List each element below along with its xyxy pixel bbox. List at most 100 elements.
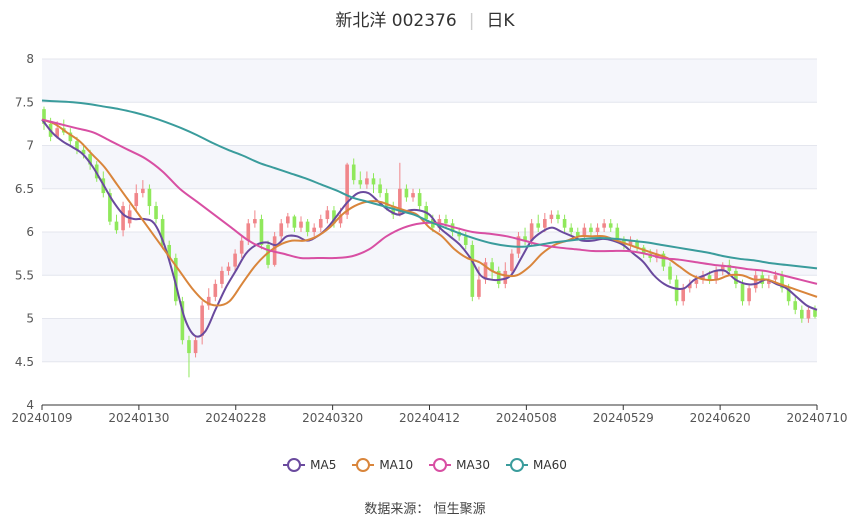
candle-up [510, 253, 514, 271]
ma30-legend-icon [429, 458, 452, 472]
candle-down [292, 216, 297, 228]
candle-down [444, 219, 448, 224]
y-tick-label: 6 [26, 225, 34, 239]
candle-up [299, 221, 303, 228]
candle-down [615, 227, 620, 239]
candle-down [793, 301, 798, 310]
candle-up [595, 227, 600, 232]
x-tick-label: 20240508 [496, 411, 557, 425]
ma5-legend-icon [283, 458, 306, 472]
candle-up [220, 270, 224, 284]
candle-up [318, 219, 323, 228]
candle-up [121, 206, 125, 231]
legend-label-ma30: MA30 [456, 458, 491, 472]
candle-up [747, 288, 751, 302]
legend-item-ma60[interactable]: MA60 [506, 458, 567, 472]
candle-up [279, 223, 284, 237]
candle-down [556, 214, 560, 220]
candle-up [193, 340, 198, 354]
candle-down [536, 223, 541, 228]
legend-item-ma10[interactable]: MA10 [352, 458, 413, 472]
candle-up [543, 219, 547, 228]
candle-up [312, 227, 316, 232]
candle-up [213, 283, 218, 297]
candle-up [365, 178, 369, 185]
candle-up [141, 188, 145, 194]
y-tick-label: 7.5 [15, 95, 34, 109]
candle-down [147, 188, 152, 207]
ma10-legend-icon [352, 458, 375, 472]
candle-up [239, 240, 244, 254]
y-tick-label: 7 [26, 139, 34, 153]
candle-down [154, 206, 158, 220]
candle-down [378, 184, 382, 194]
y-tick-label: 4 [26, 398, 34, 412]
candle-up [549, 214, 554, 220]
candle-down [371, 178, 376, 185]
y-tick-label: 4.5 [15, 355, 34, 369]
candle-down [707, 275, 712, 280]
candle-up [253, 219, 257, 224]
y-tick-label: 8 [26, 52, 34, 66]
moving-average-lines [41, 99, 818, 338]
y-axis-ticks: 4 4.5 5 5.5 6 6.5 7 7.5 8 [15, 52, 34, 412]
x-axis-ticks: 20240109 20240130 20240228 20240320 20240412… [11, 404, 848, 425]
candle-down [608, 223, 613, 228]
candle-up [200, 305, 204, 336]
candle-down [674, 279, 679, 302]
x-tick-label: 20240320 [302, 411, 363, 425]
grid-band [42, 232, 817, 276]
candle-down [734, 270, 738, 284]
grid-band [42, 59, 817, 103]
candle-up [602, 223, 606, 228]
source-name: 恒生聚源 [433, 502, 486, 517]
candle-down [463, 236, 468, 245]
x-tick-label: 20240710 [786, 411, 847, 425]
candle-down [187, 340, 191, 354]
source-label: 数据来源： [364, 502, 430, 517]
candle-down [740, 283, 745, 302]
ma60-legend-icon [506, 458, 529, 472]
candle-up [582, 227, 587, 237]
candle-up [714, 270, 718, 280]
x-tick-label: 20240529 [593, 411, 654, 425]
y-tick-label: 6.5 [15, 182, 34, 196]
candle-up [226, 266, 231, 271]
x-tick-label: 20240109 [11, 411, 72, 425]
candlestick-chart: 4 4.5 5 5.5 6 6.5 7 7.5 8 20240109 20240130 202402… [11, 52, 848, 425]
x-tick-label: 20240620 [690, 411, 751, 425]
candle-down [404, 188, 409, 198]
candle-down [259, 219, 264, 245]
candle-down [668, 266, 672, 280]
candle-down [470, 244, 475, 297]
candle-up [233, 253, 237, 267]
candle-up [246, 223, 251, 241]
x-tick-label: 20240228 [205, 411, 266, 425]
x-tick-label: 20240130 [108, 411, 169, 425]
legend-item-ma30[interactable]: MA30 [429, 458, 490, 472]
candle-up [134, 193, 139, 207]
candle-down [417, 193, 422, 207]
candle-down [351, 164, 356, 181]
candle-up [806, 309, 811, 319]
candle-up [286, 216, 290, 224]
grid-lines [42, 58, 817, 363]
candle-up [477, 279, 481, 297]
candle-down [114, 221, 119, 231]
grid-band [42, 318, 817, 362]
candle-up [345, 164, 349, 215]
data-source: 数据来源： 恒生聚源 [0, 498, 850, 517]
legend-label-ma5: MA5 [310, 458, 337, 472]
legend-label-ma10: MA10 [379, 458, 414, 472]
candle-up [411, 193, 415, 198]
legend-item-ma5[interactable]: MA5 [283, 458, 336, 472]
candle-down [589, 227, 593, 232]
candle-down [358, 180, 363, 185]
x-tick-label: 20240412 [399, 411, 460, 425]
candle-down [305, 221, 310, 232]
candle-up [681, 288, 686, 302]
candle-down [562, 219, 567, 228]
candle-up [753, 275, 758, 289]
y-tick-label: 5 [26, 312, 34, 326]
plot-background [42, 59, 817, 362]
